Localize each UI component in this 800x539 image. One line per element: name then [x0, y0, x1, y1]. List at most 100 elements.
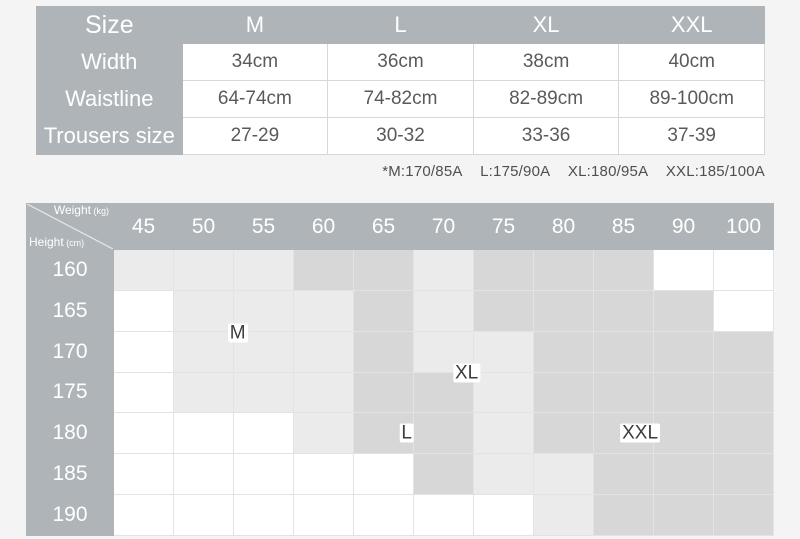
matrix-cell-h160-w60 [293, 249, 354, 291]
size-standard-footnote: *M:170/85A L:175/90A XL:180/95A XXL:185/… [36, 163, 765, 180]
matrix-cell-h185-w90 [653, 453, 714, 496]
height-label-text: Height [29, 235, 64, 249]
matrix-cell-h170-w85 [593, 330, 654, 373]
matrix-cell-h160-w90 [653, 249, 714, 291]
matrix-weight-header-60: 60 [293, 203, 354, 250]
matrix-height-header-175: 175 [26, 371, 114, 414]
matrix-cell-h190-w55 [233, 494, 294, 536]
matrix-cell-h180-w50 [173, 412, 234, 455]
matrix-row: 170 [26, 330, 774, 373]
matrix-cell-h165-w75 [473, 289, 534, 332]
matrix-cell-h180-w90 [653, 412, 714, 455]
matrix-cell-h165-w70 [413, 289, 474, 332]
matrix-cell-h160-w75 [473, 249, 534, 291]
size-column-header-xl: XL [472, 6, 620, 44]
matrix-cell-h170-w90 [653, 330, 714, 373]
matrix-weight-header-50: 50 [173, 203, 234, 250]
matrix-cell-h165-w65 [353, 289, 414, 332]
matrix-row: 190 [26, 494, 774, 536]
matrix-cell-h165-w60 [293, 289, 354, 332]
matrix-cell-h190-w100 [713, 494, 774, 536]
size-table-row-width: Width 34cm 36cm 38cm 40cm [36, 43, 765, 81]
matrix-header-row: Weight (kg) Height (cm) 45 50 55 60 65 70 75 80 85… [26, 203, 774, 250]
cell-trousers-xxl: 37-39 [618, 117, 765, 155]
size-table-row-trousers-size: Trousers size 27-29 30-32 33-36 37-39 [36, 117, 765, 155]
cell-trousers-m: 27-29 [181, 117, 329, 155]
matrix-cell-h185-w55 [233, 453, 294, 496]
matrix-cell-h160-w50 [173, 249, 234, 291]
size-table-corner-label: Size [36, 6, 183, 44]
matrix-cell-h185-w60 [293, 453, 354, 496]
matrix-cell-h180-w100 [713, 412, 774, 455]
matrix-cell-h165-w50 [173, 289, 234, 332]
height-weight-matrix: Weight (kg) Height (cm) 45 50 55 60 65 70 75 80 85… [26, 203, 774, 536]
matrix-weight-header-80: 80 [533, 203, 594, 250]
matrix-cell-h160-w85 [593, 249, 654, 291]
matrix-height-header-185: 185 [26, 453, 114, 496]
matrix-cell-h175-w65 [353, 371, 414, 414]
matrix-cell-h185-w65 [353, 453, 414, 496]
matrix-weight-header-55: 55 [233, 203, 294, 250]
cell-waistline-l: 74-82cm [327, 80, 474, 118]
size-specification-table: Size M L XL XXL Width 34cm 36cm 38cm 40c… [36, 6, 765, 155]
matrix-cell-h180-w75 [473, 412, 534, 455]
matrix-cell-h190-w65 [353, 494, 414, 536]
matrix-cell-h165-w100 [713, 289, 774, 332]
matrix-cell-h160-w70 [413, 249, 474, 291]
height-weight-matrix-table: Weight (kg) Height (cm) 45 50 55 60 65 70 75 80 85… [26, 203, 774, 536]
matrix-cell-h190-w80 [533, 494, 594, 536]
matrix-cell-h190-w75 [473, 494, 534, 536]
matrix-cell-h175-w75 [473, 371, 534, 414]
matrix-cell-h175-w50 [173, 371, 234, 414]
matrix-row: 185 [26, 453, 774, 496]
matrix-row: 160 [26, 249, 774, 291]
size-table-body: Size M L XL XXL Width 34cm 36cm 38cm 40c… [36, 6, 765, 155]
matrix-cell-h180-w60 [293, 412, 354, 455]
matrix-cell-h185-w45 [113, 453, 174, 496]
footnote-item-l: L:175/90A [480, 163, 550, 180]
matrix-height-header-180: 180 [26, 412, 114, 455]
matrix-height-header-170: 170 [26, 330, 114, 373]
matrix-cell-h190-w45 [113, 494, 174, 536]
matrix-cell-h165-w55 [233, 289, 294, 332]
matrix-cell-h175-w80 [533, 371, 594, 414]
weight-unit-text: (kg) [91, 206, 110, 216]
matrix-cell-h170-w75 [473, 330, 534, 373]
matrix-cell-h180-w55 [233, 412, 294, 455]
matrix-cell-h175-w100 [713, 371, 774, 414]
height-unit-text: (cm) [63, 238, 85, 248]
cell-width-l: 36cm [327, 43, 474, 81]
matrix-cell-h160-w55 [233, 249, 294, 291]
size-column-header-m: M [181, 6, 329, 44]
matrix-cell-h180-w65 [353, 412, 414, 455]
matrix-height-header-190: 190 [26, 494, 114, 536]
matrix-cell-h190-w90 [653, 494, 714, 536]
matrix-cell-h180-w80 [533, 412, 594, 455]
cell-width-m: 34cm [181, 43, 329, 81]
footnote-item-xl: XL:180/95A [567, 163, 648, 180]
matrix-height-axis-label: Height (cm) [29, 236, 84, 249]
cell-trousers-xl: 33-36 [472, 117, 620, 155]
matrix-cell-h160-w45 [113, 249, 174, 291]
size-column-header-l: L [327, 6, 474, 44]
matrix-cell-h160-w100 [713, 249, 774, 291]
matrix-cell-h165-w80 [533, 289, 594, 332]
matrix-cell-h180-w85 [593, 412, 654, 455]
weight-label-text: Weight [53, 203, 91, 217]
matrix-cell-h165-w45 [113, 289, 174, 332]
footnote-item-m: *M:170/85A [382, 163, 462, 180]
matrix-cell-h170-w50 [173, 330, 234, 373]
cell-waistline-xl: 82-89cm [472, 80, 620, 118]
size-table-row-waistline: Waistline 64-74cm 74-82cm 82-89cm 89-100… [36, 80, 765, 118]
matrix-cell-h175-w55 [233, 371, 294, 414]
matrix-weight-header-85: 85 [593, 203, 654, 250]
height-weight-matrix-body: Weight (kg) Height (cm) 45 50 55 60 65 70 75 80 85… [26, 203, 774, 536]
matrix-cell-h165-w90 [653, 289, 714, 332]
matrix-cell-h170-w70 [413, 330, 474, 373]
matrix-cell-h185-w85 [593, 453, 654, 496]
matrix-cell-h175-w85 [593, 371, 654, 414]
size-table-header-row: Size M L XL XXL [36, 6, 765, 44]
matrix-height-header-165: 165 [26, 289, 114, 332]
matrix-weight-header-90: 90 [653, 203, 714, 250]
row-label-width: Width [36, 43, 183, 81]
